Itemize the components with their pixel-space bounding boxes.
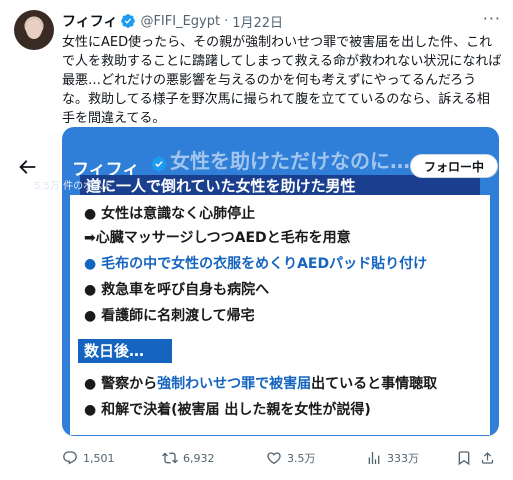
share-icon — [481, 452, 494, 464]
media-subtitle: 道に一人で倒れていた女性を助けた男性 — [80, 175, 480, 195]
after-line-post: 出ていると事情聴取 — [311, 376, 438, 392]
views-button[interactable]: 333万 — [366, 450, 456, 466]
repost-icon — [162, 452, 178, 464]
verified-icon — [120, 13, 136, 29]
media-line: ➡心臓マッサージしつつAEDと毛布を用意 — [84, 230, 351, 246]
views-icon — [368, 452, 380, 464]
like-button[interactable]: 3.5万 — [266, 450, 366, 466]
media-line: ● 救急車を呼び自身も病院へ — [84, 282, 270, 298]
reply-icon — [63, 451, 77, 465]
post-date[interactable]: 1月22日 — [232, 12, 283, 31]
bookmark-icon — [458, 451, 470, 466]
tweet-header: フィフィ @FIFI_Egypt · 1月22日 ··· — [62, 11, 501, 31]
repost-button[interactable]: 6,932 — [162, 450, 266, 466]
repost-count: 6,932 — [183, 451, 215, 465]
post-count: 5.5万 件のポスト — [34, 181, 114, 192]
overlay-headline: 女性を助けただけなのに… — [170, 149, 410, 173]
views-count: 333万 — [387, 452, 419, 465]
after-line: ● 和解で決着(被害届 出した親を女性が説得) — [84, 402, 371, 418]
after-label: 数日後… — [78, 339, 172, 363]
like-count: 3.5万 — [287, 452, 316, 465]
bookmark-button[interactable] — [456, 450, 480, 466]
after-line: ● 警察から強制わいせつ罪で被害届出ていると事情聴取 — [84, 373, 437, 393]
overlay-verified-icon — [151, 156, 167, 172]
handle[interactable]: @FIFI_Egypt — [140, 14, 220, 29]
media-line-highlight: ● 毛布の中で女性の衣服をめくりAEDパッド貼り付け — [84, 256, 428, 272]
reply-count: 1,501 — [83, 451, 115, 465]
media-panel: ● 女性は意識なく心肺停止 ➡心臓マッサージしつつAEDと毛布を用意 ● 毛布の… — [70, 195, 490, 435]
avatar[interactable] — [14, 10, 54, 50]
like-icon — [267, 452, 281, 465]
media-line: ● 女性は意識なく心肺停止 — [84, 206, 256, 222]
reply-button[interactable]: 1,501 — [62, 450, 162, 466]
after-line-pre: ● 警察から — [84, 376, 158, 392]
after-line-emphasis: 強制わいせつ罪で被害届 — [157, 376, 312, 392]
media-line: ● 看護師に名刺渡して帰宅 — [84, 308, 255, 324]
more-icon[interactable]: ··· — [483, 11, 501, 27]
separator-dot: · — [224, 13, 229, 29]
tweet-actions: 1,501 6,932 3.5万 333万 — [62, 448, 502, 468]
tweet-text: 女性にAED使ったら、その親が強制わいせつ罪で被害届を出した件、これで人を救助す… — [62, 35, 502, 126]
display-name[interactable]: フィフィ — [62, 11, 117, 31]
share-button[interactable] — [480, 450, 500, 466]
back-arrow-icon[interactable] — [16, 156, 38, 178]
follow-button[interactable]: フォロー中 — [410, 154, 498, 178]
